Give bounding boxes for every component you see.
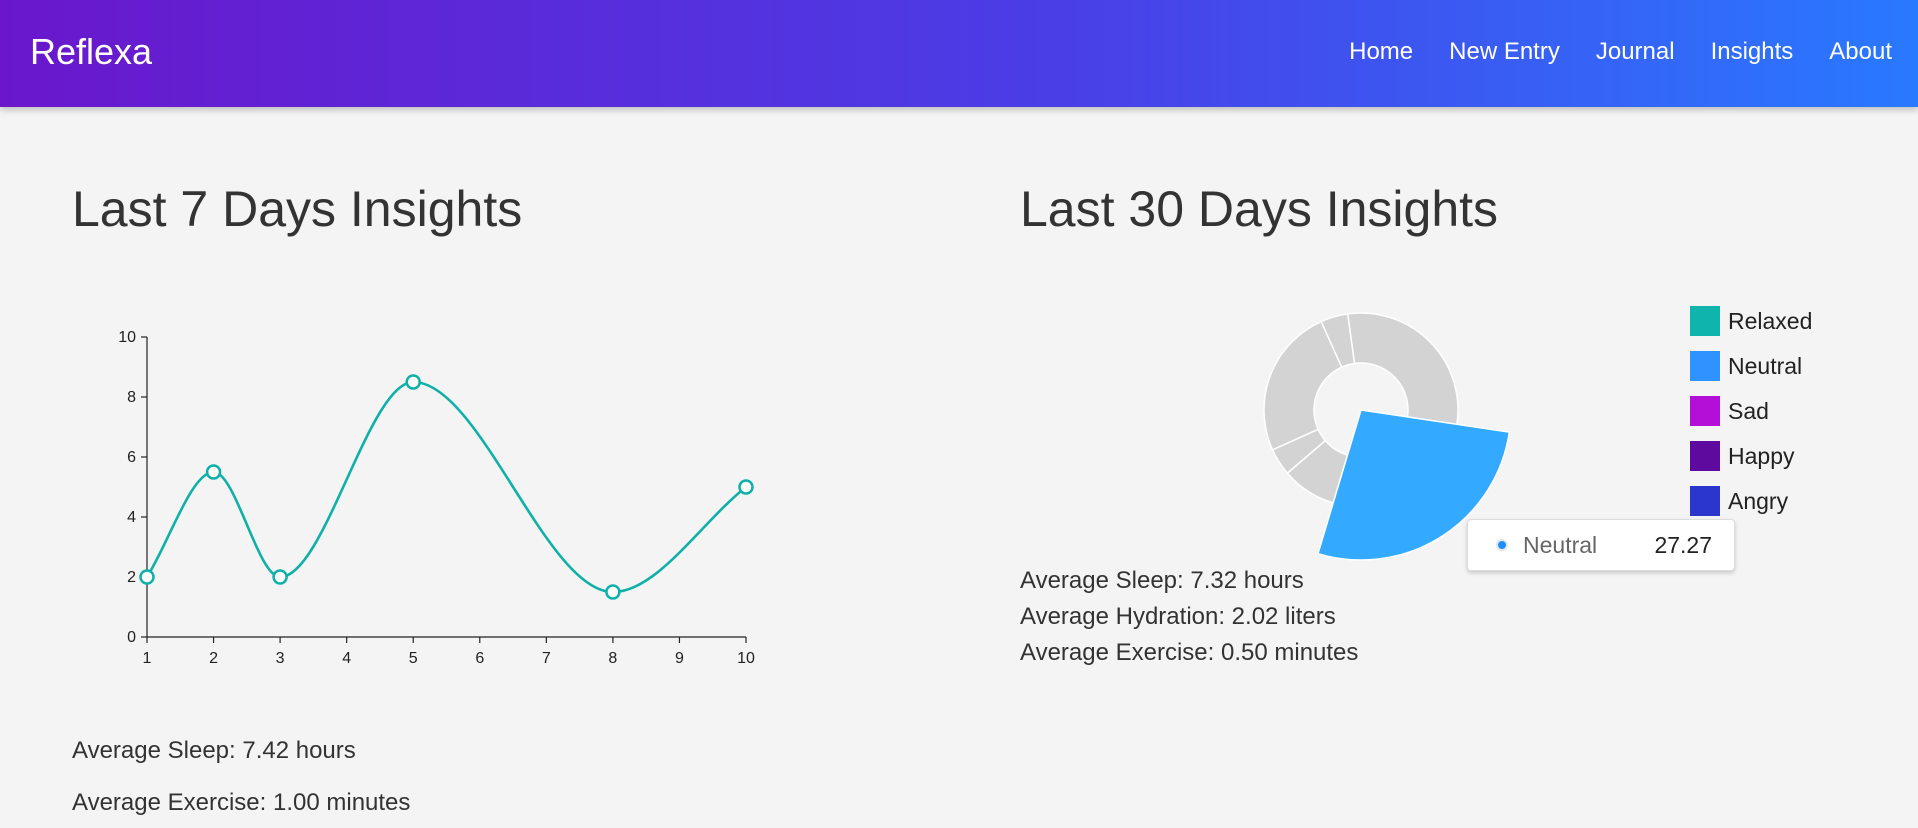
month-avg-sleep: Average Sleep: 7.32 hours: [1020, 567, 1304, 594]
legend-item-relaxed[interactable]: Relaxed: [1690, 306, 1812, 336]
pie-slice: [1320, 313, 1356, 369]
y-tick-label: 8: [127, 389, 136, 406]
week-line-chart: 02468101 2 3 4 5 6 7 8 9 10: [118, 329, 755, 667]
legend-label: Happy: [1728, 442, 1795, 469]
legend-swatch: [1690, 486, 1720, 516]
legend-label: Angry: [1728, 487, 1789, 514]
mood-legend: Relaxed Neutral Sad Happy Angry: [1690, 306, 1812, 531]
month-insights-title: Last 30 Days Insights: [1020, 181, 1499, 237]
week-avg-exercise: Average Exercise: 1.00 minutes: [72, 789, 411, 816]
legend-swatch: [1690, 396, 1720, 426]
pie-slice: [1271, 428, 1327, 475]
data-point: [139, 569, 155, 585]
x-tick-label: 6: [475, 650, 484, 667]
pie-slice: [1286, 439, 1349, 504]
legend-swatch: [1690, 306, 1720, 336]
legend-swatch: [1690, 441, 1720, 471]
legend-label: Relaxed: [1728, 307, 1813, 334]
x-tick-label: 9: [675, 650, 684, 667]
x-tick-label: 8: [608, 650, 617, 667]
month-mood-pie-chart: [1263, 312, 1511, 561]
week-insights-title: Last 7 Days Insights: [72, 181, 523, 237]
x-tick-label: 5: [409, 650, 418, 667]
tooltip-label: Neutral: [1523, 532, 1598, 558]
x-tick-label: 7: [542, 650, 551, 667]
pie-slice: [1346, 312, 1459, 426]
x-tick-label: 10: [737, 650, 755, 667]
navbar: Reflexa Home New Entry Journal Insights …: [0, 0, 1918, 107]
data-point: [605, 584, 621, 600]
nav-new-entry-link[interactable]: New Entry: [1449, 38, 1560, 66]
x-tick-label: 2: [209, 650, 218, 667]
y-tick-label: 2: [127, 569, 136, 586]
sleep-line-series: [145, 380, 747, 594]
legend-item-neutral[interactable]: Neutral: [1690, 351, 1812, 381]
legend-item-sad[interactable]: Sad: [1690, 396, 1812, 426]
data-point: [272, 569, 288, 585]
y-tick-label: 0: [127, 629, 136, 646]
pie-tooltip: Neutral 27.27: [1467, 519, 1735, 571]
brand-logo[interactable]: Reflexa: [30, 31, 152, 73]
nav-home-link[interactable]: Home: [1349, 38, 1413, 66]
nav-insights-link[interactable]: Insights: [1711, 38, 1794, 66]
legend-label: Sad: [1728, 397, 1769, 424]
data-point: [738, 479, 754, 495]
legend-swatch: [1690, 351, 1720, 381]
x-tick-label: 4: [342, 650, 351, 667]
month-avg-hydration: Average Hydration: 2.02 liters: [1020, 603, 1336, 630]
legend-label: Neutral: [1728, 352, 1803, 379]
y-tick-label: 10: [118, 329, 136, 346]
tooltip-series-dot: [1496, 539, 1508, 551]
x-tick-label: 3: [276, 650, 285, 667]
data-point: [405, 374, 421, 390]
y-tick-label: 6: [127, 449, 136, 466]
nav-about-link[interactable]: About: [1829, 38, 1892, 66]
nav-links: Home New Entry Journal Insights About: [1349, 38, 1892, 66]
legend-item-happy[interactable]: Happy: [1690, 441, 1812, 471]
tooltip-value: 27.27: [1654, 532, 1712, 558]
pie-slice: [1263, 320, 1343, 451]
nav-journal-link[interactable]: Journal: [1596, 38, 1675, 66]
week-avg-sleep: Average Sleep: 7.42 hours: [72, 737, 356, 764]
month-avg-exercise: Average Exercise: 0.50 minutes: [1020, 639, 1359, 666]
legend-item-angry[interactable]: Angry: [1690, 486, 1812, 516]
x-tick-label: 1: [143, 650, 152, 667]
data-point: [205, 464, 222, 480]
y-tick-label: 4: [127, 509, 136, 526]
